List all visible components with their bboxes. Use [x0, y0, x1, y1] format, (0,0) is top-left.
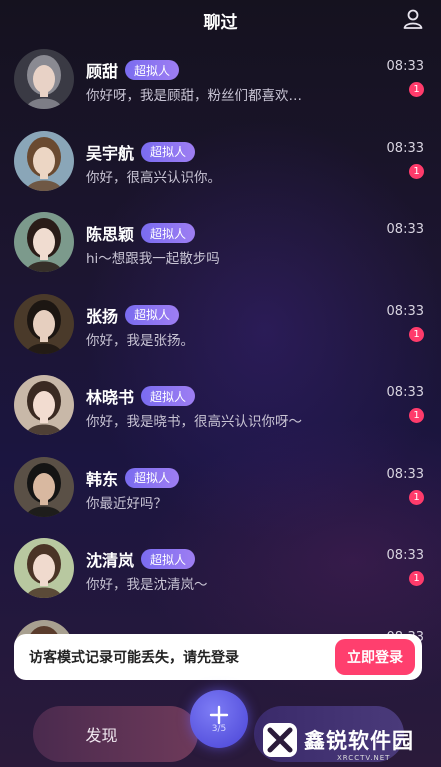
top-bar: 聊过 [0, 0, 441, 40]
chat-name-line: 沈清岚 超拟人 [86, 547, 196, 571]
create-button-label: 3/5 [211, 724, 227, 734]
message-time: 08:33 [386, 303, 424, 319]
message-preview: 你最近好吗？ [86, 495, 167, 512]
unread-count-badge: 1 [409, 571, 424, 586]
chat-name: 沈清岚 [86, 551, 135, 570]
message-time: 08:33 [386, 140, 424, 156]
toast-text: 访客模式记录可能丢失，请先登录 [29, 650, 239, 666]
tab-discover[interactable]: 发现 [33, 706, 198, 762]
chat-list-item[interactable]: 陈思颖 超拟人 hi～想跟我一起散步吗 08:33 [0, 203, 441, 285]
chat-name: 陈思颖 [86, 225, 135, 244]
user-icon[interactable] [401, 7, 425, 31]
chat-list: 顾甜 超拟人 你好呀，我是顾甜，粉丝们都喜欢… 08:33 1 吴宇航 超拟人 你好，很高兴认… [0, 40, 441, 692]
unread-count-badge: 1 [409, 82, 424, 97]
unread-count-badge: 1 [409, 489, 424, 505]
chat-name: 顾甜 [86, 62, 119, 81]
watermark-subtext: XRCCTV.NET [337, 754, 391, 762]
chat-name: 林晓书 [86, 388, 135, 407]
hyper-realistic-badge: 超拟人 [141, 386, 196, 406]
message-preview: 你好，我是沈清岚～ [86, 577, 208, 593]
chat-list-item[interactable]: 林晓书 超拟人你好，我是晓书，很高兴认识你呀～ 08:33 1 [0, 366, 441, 448]
tab-discover-label: 发现 [85, 726, 118, 745]
hyper-realistic-badge: 超拟人 [141, 141, 196, 162]
unread-count-badge: 1 [409, 408, 424, 423]
create-button[interactable]: 3/5 [190, 690, 248, 748]
watermark-logo-icon [263, 723, 297, 757]
watermark-text: 鑫锐软件园 [304, 729, 414, 753]
message-time: 08:33 [386, 466, 424, 482]
message-time: 08:33 [386, 222, 424, 237]
chat-list-item[interactable]: 张扬 超拟人你好，我是张扬。 08:33 1 [0, 285, 441, 367]
chat-name-line: 韩东 超拟人 [86, 466, 180, 490]
avatar[interactable] [14, 212, 74, 272]
chat-name-line: 张扬 超拟人 [86, 303, 180, 327]
unread-count-badge: 1 [409, 326, 424, 342]
avatar[interactable] [14, 130, 74, 191]
hyper-realistic-badge: 超拟人 [125, 60, 180, 80]
chat-name: 张扬 [86, 306, 119, 326]
chat-list-item[interactable]: 韩东 超拟人你最近好吗？ 08:33 1 [0, 448, 441, 530]
message-preview: 你好，我是张扬。 [86, 332, 194, 349]
watermark: 鑫锐软件园 XRCCTV.NET [262, 716, 440, 764]
chat-name-line: 顾甜 超拟人 [86, 58, 180, 82]
chat-name-line: 吴宇航 超拟人 [86, 140, 196, 164]
chat-name: 韩东 [86, 469, 119, 489]
page-title: 聊过 [203, 12, 238, 33]
message-time: 08:33 [386, 548, 424, 563]
message-preview: 你好呀，我是顾甜，粉丝们都喜欢… [86, 88, 302, 104]
hyper-realistic-badge: 超拟人 [125, 304, 180, 325]
avatar[interactable] [14, 49, 74, 109]
chat-list-item[interactable]: 顾甜 超拟人你好呀，我是顾甜，粉丝们都喜欢… 08:33 1 [0, 40, 441, 122]
chat-list-item[interactable]: 吴宇航 超拟人你好，很高兴认识你。 08:33 1 [0, 122, 441, 204]
hyper-realistic-badge: 超拟人 [141, 549, 196, 569]
chat-list-item[interactable]: 沈清岚 超拟人你好，我是沈清岚～ 08:33 1 [0, 529, 441, 611]
chat-name: 吴宇航 [86, 143, 135, 163]
login-button[interactable]: 立即登录 [335, 639, 415, 675]
hyper-realistic-badge: 超拟人 [141, 223, 196, 243]
avatar[interactable] [14, 456, 74, 517]
avatar[interactable] [14, 293, 74, 354]
plus-icon [209, 705, 229, 725]
message-time: 08:33 [386, 59, 424, 74]
message-preview: 你好，很高兴认识你。 [86, 169, 221, 186]
chat-name-line: 林晓书 超拟人 [86, 384, 196, 408]
unread-count-badge: 1 [409, 163, 424, 179]
message-preview: hi～想跟我一起散步吗 [86, 251, 220, 267]
hyper-realistic-badge: 超拟人 [125, 467, 180, 488]
message-preview: 你好，我是晓书，很高兴认识你呀～ [86, 414, 302, 430]
avatar[interactable] [14, 375, 74, 435]
message-time: 08:33 [386, 385, 424, 400]
guest-login-toast: 访客模式记录可能丢失，请先登录 立即登录 [14, 634, 422, 680]
chat-name-line: 陈思颖 超拟人 [86, 221, 196, 245]
avatar[interactable] [14, 538, 74, 598]
